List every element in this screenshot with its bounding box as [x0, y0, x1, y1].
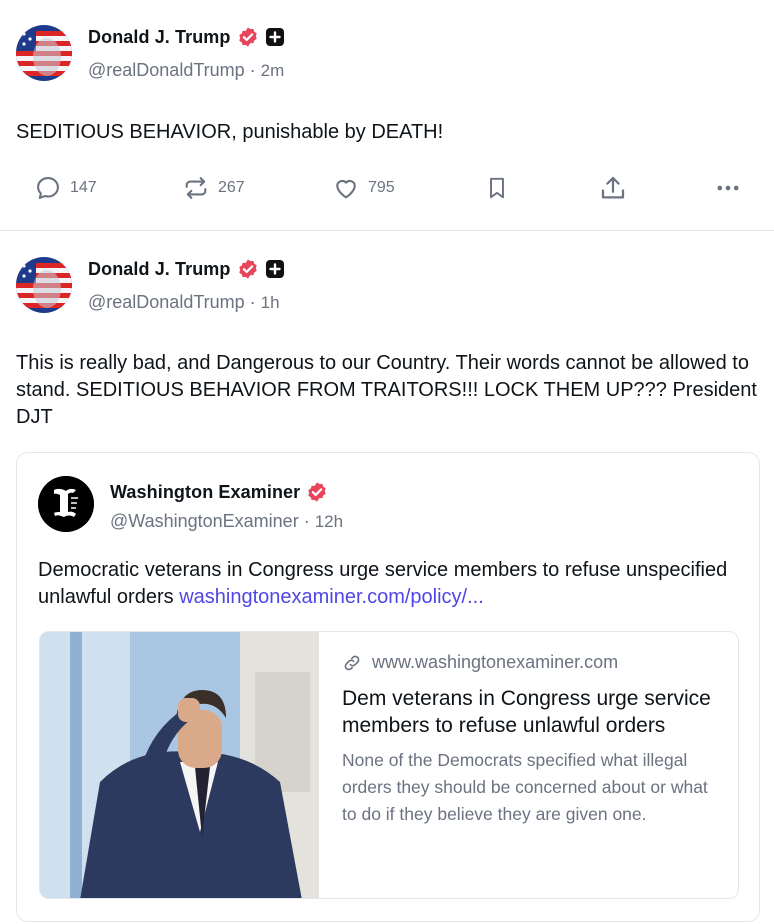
author-handle[interactable]: @realDonaldTrump: [88, 292, 245, 313]
quote-timestamp[interactable]: 12h: [315, 512, 343, 532]
more-dots-icon: [717, 185, 739, 191]
like-button[interactable]: 795: [332, 172, 395, 204]
flag-face-avatar-image: [16, 257, 72, 313]
quote-author-name-row: Washington Examiner: [110, 481, 328, 503]
quoted-post[interactable]: Washington Examiner @WashingtonExaminer …: [16, 452, 760, 922]
verified-badge-icon: [238, 27, 257, 47]
author-avatar[interactable]: [16, 257, 72, 313]
post-text: This is really bad, and Dangerous to our…: [16, 352, 757, 428]
verified-badge-icon: [308, 482, 326, 502]
repost-arrows-icon: [185, 177, 207, 199]
separator-dot: ·: [303, 511, 310, 531]
share-button[interactable]: [598, 172, 628, 204]
handle-row: @realDonaldTrump · 1h: [88, 292, 280, 313]
quote-inline-link[interactable]: washingtonexaminer.com/policy/...: [179, 586, 484, 608]
share-upload-icon: [601, 176, 625, 199]
reply-count: 147: [70, 179, 97, 196]
reply-button[interactable]: 147: [34, 172, 97, 204]
author-name-row: Donald J. Trump: [88, 26, 285, 48]
repost-count: 267: [218, 179, 245, 196]
bookmark-button[interactable]: [484, 172, 510, 204]
author-avatar[interactable]: [16, 25, 72, 81]
examiner-logo-image: [38, 476, 94, 532]
like-count: 795: [368, 179, 395, 196]
plus-square-icon: [265, 260, 284, 278]
link-preview-image: [40, 632, 319, 898]
link-preview-title[interactable]: Dem veterans in Congress urge service me…: [342, 685, 722, 739]
quote-author-avatar[interactable]: [38, 476, 94, 532]
link-preview-description: None of the Democrats specified what ill…: [342, 750, 708, 824]
bookmark-icon: [490, 177, 504, 199]
author-handle[interactable]: @realDonaldTrump: [88, 60, 245, 81]
action-bar: 147 267 795: [0, 172, 774, 204]
link-preview-body: www.washingtonexaminer.com Dem veterans …: [342, 652, 722, 828]
heart-icon: [336, 179, 356, 199]
post-text: SEDITIOUS BEHAVIOR, punishable by DEATH!: [16, 121, 444, 143]
author-name[interactable]: Donald J. Trump: [88, 27, 231, 48]
plus-square-icon: [265, 28, 284, 46]
post-timestamp[interactable]: 1h: [261, 293, 280, 313]
separator-dot: ·: [249, 60, 256, 80]
handle-row: @realDonaldTrump · 2m: [88, 60, 284, 81]
more-options-button[interactable]: [714, 172, 742, 204]
post-1: Donald J. Trump @realDonaldTrump · 2m SE…: [0, 0, 774, 230]
link-preview-domain: www.washingtonexaminer.com: [372, 652, 619, 672]
repost-button[interactable]: 267: [182, 172, 245, 204]
flag-face-avatar-image: [16, 25, 72, 81]
link-preview-card[interactable]: www.washingtonexaminer.com Dem veterans …: [39, 631, 739, 899]
author-name[interactable]: Donald J. Trump: [88, 259, 231, 280]
link-chain-icon: [344, 655, 360, 670]
link-preview-domain-row: www.washingtonexaminer.com: [342, 652, 722, 673]
saluting-man-photo: [40, 632, 319, 898]
quote-author-name[interactable]: Washington Examiner: [110, 482, 300, 503]
quote-text-block: Democratic veterans in Congress urge ser…: [38, 557, 738, 611]
quote-handle-row: @WashingtonExaminer · 12h: [110, 511, 343, 532]
verified-badge-icon: [238, 259, 257, 279]
author-name-row: Donald J. Trump: [88, 258, 285, 280]
speech-bubble-icon: [37, 177, 59, 199]
post-timestamp[interactable]: 2m: [261, 61, 285, 81]
quote-author-handle[interactable]: @WashingtonExaminer: [110, 511, 299, 532]
separator-dot: ·: [249, 292, 256, 312]
